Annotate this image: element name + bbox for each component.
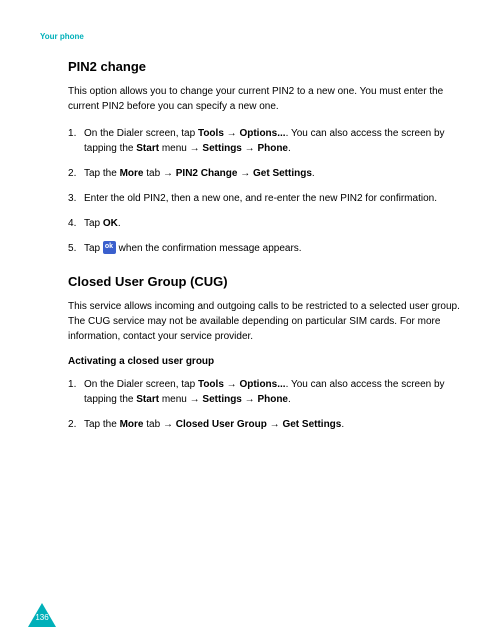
pin2-step-1: On the Dialer screen, tap Tools → Option… bbox=[68, 126, 460, 156]
bold: Start bbox=[136, 143, 159, 154]
text: On the Dialer screen, tap bbox=[84, 379, 198, 390]
bold: More bbox=[120, 168, 144, 179]
bold: Settings bbox=[202, 394, 241, 405]
text: . bbox=[118, 218, 121, 229]
page-number: 136 bbox=[28, 613, 56, 622]
arrow: → bbox=[224, 379, 240, 390]
text: Tap the bbox=[84, 168, 120, 179]
pin2-intro: This option allows you to change your cu… bbox=[68, 84, 460, 114]
text: menu → bbox=[159, 143, 202, 154]
text: Tap bbox=[84, 243, 103, 254]
arrow: → bbox=[224, 128, 240, 139]
arrow: → bbox=[237, 168, 253, 179]
pin2-step-5: Tap when the confirmation message appear… bbox=[68, 241, 460, 256]
bold: OK bbox=[103, 218, 118, 229]
arrow: → bbox=[242, 394, 258, 405]
bold: Get Settings bbox=[282, 419, 341, 430]
cug-heading: Closed User Group (CUG) bbox=[68, 274, 460, 289]
bold: Phone bbox=[257, 394, 288, 405]
text: Tap the bbox=[84, 419, 120, 430]
breadcrumb: Your phone bbox=[40, 32, 460, 41]
bold: Start bbox=[136, 394, 159, 405]
bold: PIN2 Change bbox=[176, 168, 238, 179]
triangle-icon: 136 bbox=[28, 603, 56, 627]
bold: More bbox=[120, 419, 144, 430]
pin2-step-4: Tap OK. bbox=[68, 216, 460, 231]
cug-intro: This service allows incoming and outgoin… bbox=[68, 299, 460, 344]
bold: Get Settings bbox=[253, 168, 312, 179]
arrow: → bbox=[267, 419, 283, 430]
pin2-change-heading: PIN2 change bbox=[68, 59, 460, 74]
text: tab → bbox=[144, 419, 176, 430]
text: tab → bbox=[144, 168, 176, 179]
text: when the confirmation message appears. bbox=[116, 243, 302, 254]
bold: Settings bbox=[202, 143, 241, 154]
bold: Phone bbox=[257, 143, 288, 154]
text: . bbox=[288, 394, 291, 405]
text: Tap bbox=[84, 218, 103, 229]
page-content: PIN2 change This option allows you to ch… bbox=[40, 59, 460, 432]
pin2-steps: On the Dialer screen, tap Tools → Option… bbox=[68, 126, 460, 256]
pin2-step-3: Enter the old PIN2, then a new one, and … bbox=[68, 191, 460, 206]
bold: Tools bbox=[198, 379, 224, 390]
bold: Options... bbox=[239, 379, 285, 390]
text: On the Dialer screen, tap bbox=[84, 128, 198, 139]
text: . bbox=[341, 419, 344, 430]
cug-steps: On the Dialer screen, tap Tools → Option… bbox=[68, 377, 460, 432]
text: . bbox=[288, 143, 291, 154]
cug-step-2: Tap the More tab → Closed User Group → G… bbox=[68, 417, 460, 432]
bold: Options... bbox=[239, 128, 285, 139]
ok-icon bbox=[103, 241, 116, 254]
bold: Closed User Group bbox=[176, 419, 267, 430]
bold: Tools bbox=[198, 128, 224, 139]
pin2-step-2: Tap the More tab → PIN2 Change → Get Set… bbox=[68, 166, 460, 181]
text: menu → bbox=[159, 394, 202, 405]
arrow: → bbox=[242, 143, 258, 154]
cug-step-1: On the Dialer screen, tap Tools → Option… bbox=[68, 377, 460, 407]
text: . bbox=[312, 168, 315, 179]
cug-subhead: Activating a closed user group bbox=[68, 356, 460, 367]
